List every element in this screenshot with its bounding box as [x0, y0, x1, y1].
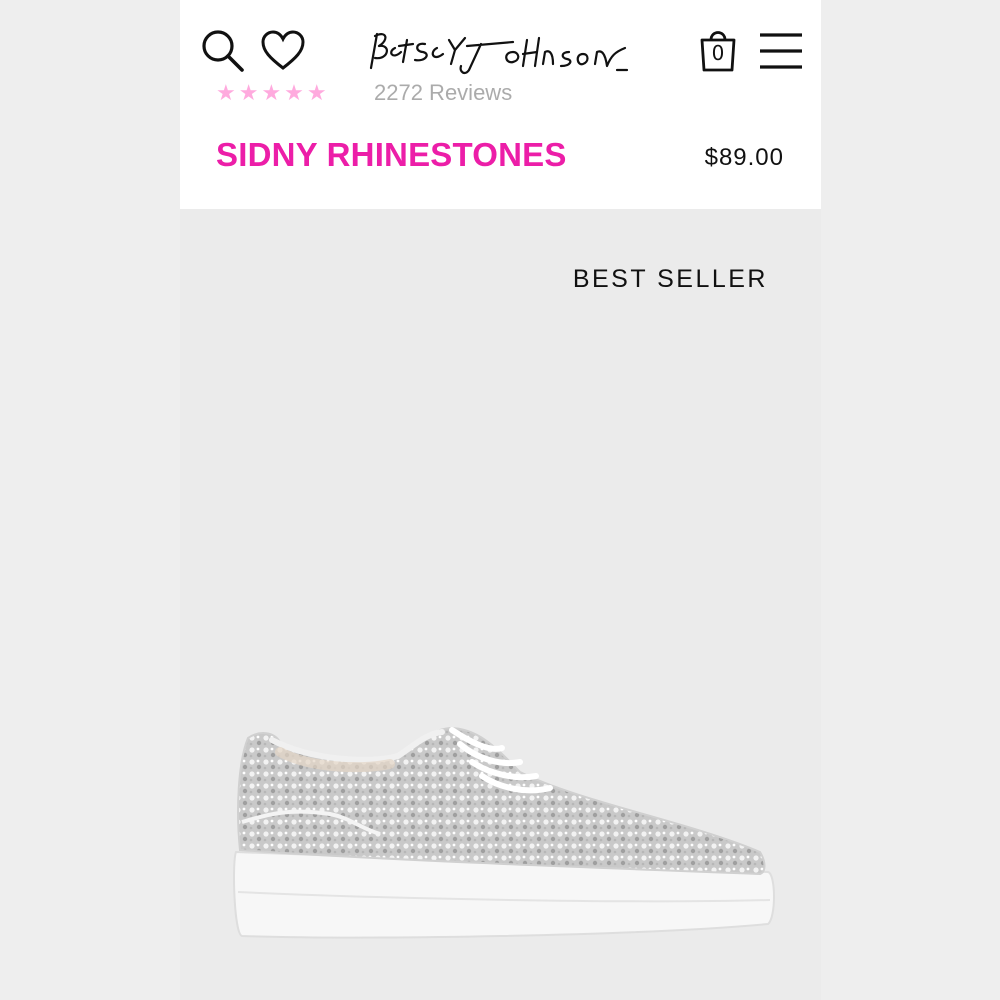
best-seller-badge: BEST SELLER — [572, 265, 768, 293]
product-title: SIDNY RHINESTONES — [216, 136, 567, 173]
menu-icon[interactable] — [758, 30, 804, 72]
review-count: 2272 Reviews — [374, 82, 513, 104]
cart-count: 0 — [711, 41, 725, 65]
rating-stars: ★★★★★ — [216, 82, 330, 104]
heart-icon[interactable] — [260, 30, 306, 72]
product-image[interactable] — [220, 722, 780, 944]
product-rating[interactable]: ★★★★★ 2272 Reviews — [216, 82, 616, 104]
bag-icon[interactable]: 0 — [696, 26, 740, 74]
site-header: 0 ★★★★★ 2272 Reviews SIDNY RHINESTONES $… — [180, 0, 821, 209]
search-icon[interactable] — [200, 28, 246, 74]
product-price: $89.00 — [704, 144, 784, 171]
product-page: 0 ★★★★★ 2272 Reviews SIDNY RHINESTONES $… — [180, 0, 821, 1000]
brand-logo[interactable] — [363, 22, 638, 82]
